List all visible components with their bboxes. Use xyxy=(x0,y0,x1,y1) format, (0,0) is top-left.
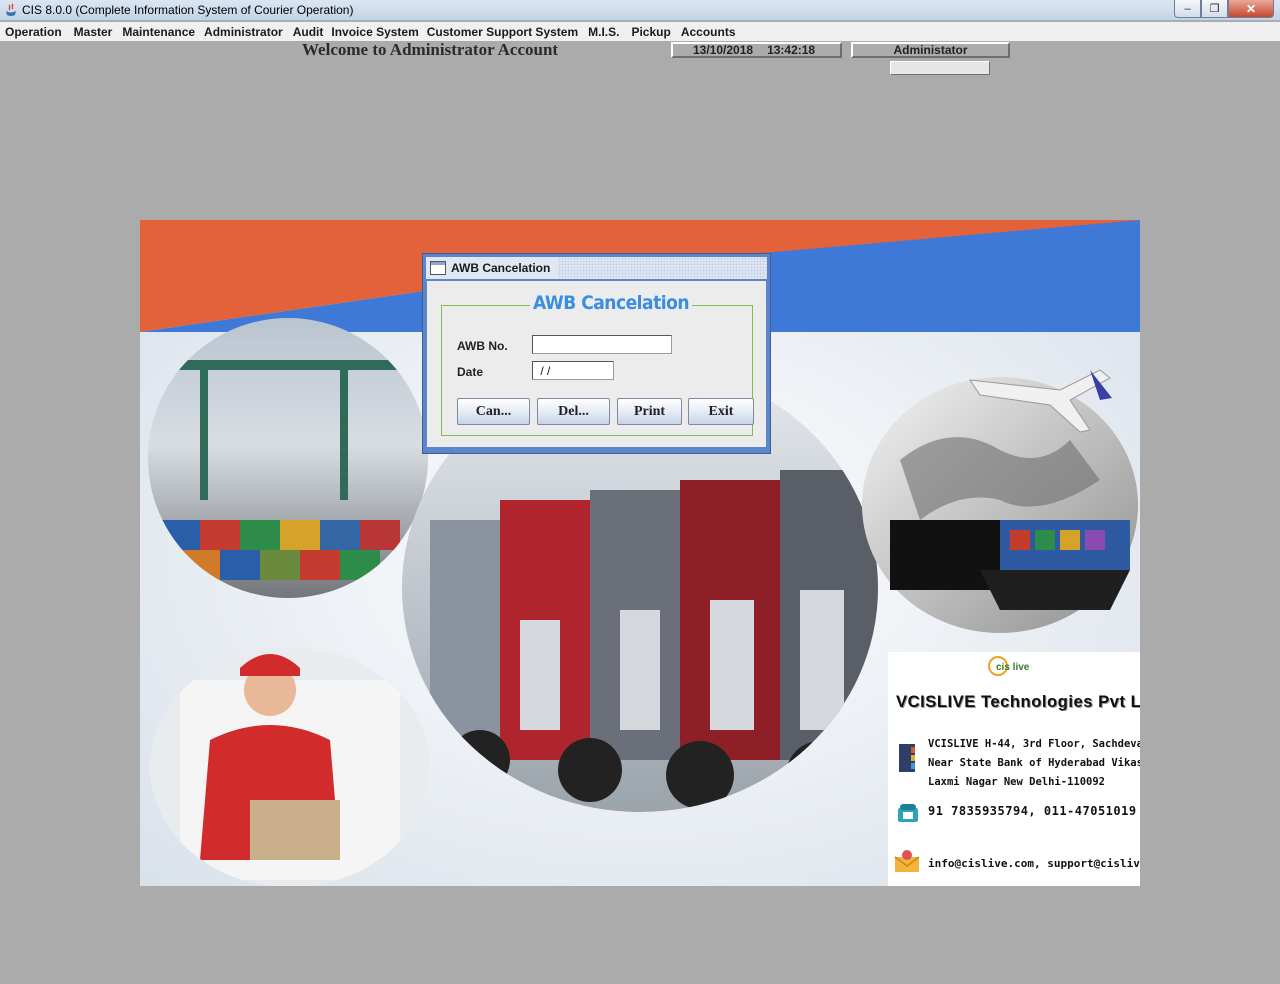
date-input[interactable] xyxy=(532,361,614,380)
company-address: VCISLIVE H-44, 3rd Floor, Sachdeva Niwas… xyxy=(928,735,1140,792)
company-email: info@cislive.com, support@cislive.com xyxy=(928,857,1140,870)
date-value: 13/10/2018 xyxy=(693,43,754,57)
menu-accounts[interactable]: Accounts xyxy=(678,25,741,39)
company-logo: cis live xyxy=(988,656,1030,676)
cancel-awb-button[interactable]: Can... xyxy=(457,398,530,425)
awb-no-input[interactable] xyxy=(532,335,672,354)
dialog-titlebar[interactable]: AWB Cancelation xyxy=(426,257,767,279)
address-book-icon xyxy=(899,744,915,772)
exit-button[interactable]: Exit xyxy=(688,398,754,425)
time-value: 13:42:18 xyxy=(767,43,816,57)
menu-invoice-system[interactable]: Invoice System xyxy=(328,25,423,39)
awb-cancelation-dialog[interactable]: AWB Cancelation AWB Cancelation AWB No. … xyxy=(422,253,771,454)
company-phone: 91 7835935794, 011-47051019 xyxy=(928,804,1137,818)
menu-mis[interactable]: M.I.S. xyxy=(585,25,624,39)
user-display: Administator xyxy=(851,42,1010,58)
datetime-display: 13/10/2018 13:42:18 xyxy=(671,42,842,58)
print-button[interactable]: Print xyxy=(617,398,682,425)
menu-administrator[interactable]: Administrator xyxy=(201,25,288,39)
java-app-icon xyxy=(6,3,16,16)
status-field xyxy=(890,61,990,75)
menu-customer-support-system[interactable]: Customer Support System xyxy=(424,25,583,39)
maximize-button[interactable]: ❐ xyxy=(1201,0,1228,18)
awb-no-label: AWB No. xyxy=(457,339,508,353)
address-line: Laxmi Nagar New Delhi-110092 xyxy=(928,776,1106,788)
phone-icon xyxy=(898,804,918,822)
company-info-card: cis live VCISLIVE Technologies Pvt Ltd V… xyxy=(888,652,1140,886)
dialog-body: AWB Cancelation AWB No. Date Can... Del.… xyxy=(427,281,766,447)
window-icon xyxy=(430,261,446,275)
company-name: VCISLIVE Technologies Pvt Ltd xyxy=(896,692,1140,711)
dialog-title: AWB Cancelation xyxy=(451,261,551,275)
menu-master[interactable]: Master xyxy=(71,25,118,39)
dialog-heading: AWB Cancelation xyxy=(530,292,693,314)
window-titlebar[interactable]: CIS 8.0.0 (Complete Information System o… xyxy=(0,0,1280,21)
menu-maintenance[interactable]: Maintenance xyxy=(119,25,200,39)
window-title: CIS 8.0.0 (Complete Information System o… xyxy=(22,3,354,17)
welcome-heading: Welcome to Administrator Account xyxy=(302,40,559,59)
logo-text: cis live xyxy=(996,662,1030,673)
address-line: Near State Bank of Hyderabad Vikas Marg, xyxy=(928,757,1140,769)
close-button[interactable]: ✕ xyxy=(1228,0,1274,18)
menu-audit[interactable]: Audit xyxy=(290,25,329,39)
delete-button[interactable]: Del... xyxy=(537,398,610,425)
menu-bar: Operation Master Maintenance Administrat… xyxy=(0,22,1280,41)
minimize-button[interactable]: – xyxy=(1174,0,1201,18)
menu-operation[interactable]: Operation xyxy=(2,25,67,39)
date-label: Date xyxy=(457,365,484,379)
mail-icon xyxy=(894,850,920,872)
address-line: VCISLIVE H-44, 3rd Floor, Sachdeva Niwas xyxy=(928,738,1140,750)
menu-pickup[interactable]: Pickup xyxy=(628,25,675,39)
